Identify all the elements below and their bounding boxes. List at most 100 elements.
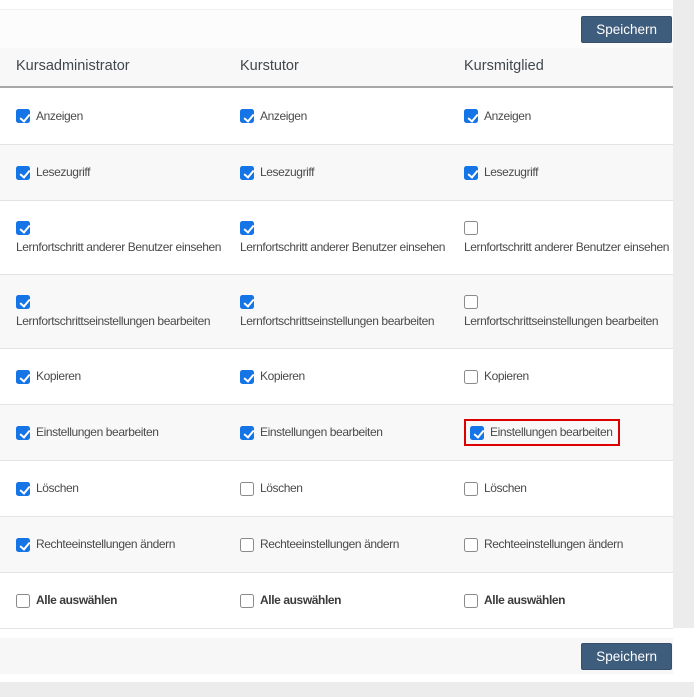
checkbox-label[interactable]: Einstellungen bearbeiten — [260, 425, 383, 440]
checkbox[interactable] — [464, 482, 478, 496]
permission-cell: Rechteeinstellungen ändern — [464, 517, 673, 572]
checkbox-label[interactable]: Einstellungen bearbeiten — [36, 425, 159, 440]
checkbox[interactable] — [464, 295, 478, 309]
permission-cell: Lernfortschritt anderer Benutzer einsehe… — [464, 201, 673, 274]
checkbox[interactable] — [16, 482, 30, 496]
permission-cell: Alle auswählen — [240, 573, 464, 628]
checkbox[interactable] — [464, 109, 478, 123]
permission-cell: Lernfortschritt anderer Benutzer einsehe… — [0, 201, 240, 274]
checkbox[interactable] — [16, 426, 30, 440]
permission-cell: Rechteeinstellungen ändern — [0, 517, 240, 572]
save-button-top[interactable]: Speichern — [581, 16, 672, 43]
checkbox-label[interactable]: Löschen — [260, 481, 303, 496]
page-footer — [0, 682, 694, 697]
checkbox-label[interactable]: Lernfortschrittseinstellungen bearbeiten — [240, 314, 464, 329]
checkbox-label[interactable]: Rechteeinstellungen ändern — [260, 537, 399, 552]
checkbox[interactable] — [240, 295, 254, 309]
checkbox-label[interactable]: Lernfortschrittseinstellungen bearbeiten — [464, 314, 673, 329]
checkbox-label[interactable]: Kopieren — [484, 369, 529, 384]
permission-cell: Lernfortschrittseinstellungen bearbeiten — [464, 275, 673, 348]
checkbox[interactable] — [470, 426, 484, 440]
checkbox[interactable] — [240, 166, 254, 180]
permission-cell: Lernfortschrittseinstellungen bearbeiten — [0, 275, 240, 348]
highlight-box: Einstellungen bearbeiten — [464, 419, 620, 446]
select-all-checkbox[interactable] — [16, 594, 30, 608]
checkbox-label[interactable]: Lernfortschritt anderer Benutzer einsehe… — [464, 240, 673, 255]
select-all-checkbox[interactable] — [464, 594, 478, 608]
permission-cell: Lernfortschritt anderer Benutzer einsehe… — [240, 201, 464, 274]
permission-cell: Anzeigen — [464, 88, 673, 144]
permission-cell: Kopieren — [240, 349, 464, 404]
checkbox-label[interactable]: Lernfortschritt anderer Benutzer einsehe… — [240, 240, 464, 255]
permission-cell: Anzeigen — [0, 88, 240, 144]
permission-row-rechteeinstellungen: Rechteeinstellungen ändern Rechteeinstel… — [0, 516, 673, 572]
permission-cell: Löschen — [240, 461, 464, 516]
column-header-kursadministrator: Kursadministrator — [0, 58, 240, 74]
permissions-panel: Speichern Kursadministrator Kurstutor Ku… — [0, 0, 673, 674]
checkbox[interactable] — [240, 538, 254, 552]
checkbox-label[interactable]: Löschen — [484, 481, 527, 496]
permission-cell: Löschen — [464, 461, 673, 516]
column-header-kurstutor: Kurstutor — [240, 58, 464, 74]
checkbox-label[interactable]: Alle auswählen — [260, 593, 341, 608]
checkbox-label[interactable]: Kopieren — [36, 369, 81, 384]
checkbox[interactable] — [240, 482, 254, 496]
checkbox-label[interactable]: Rechteeinstellungen ändern — [36, 537, 175, 552]
permission-cell: Anzeigen — [240, 88, 464, 144]
checkbox[interactable] — [16, 109, 30, 123]
permission-row-loeschen: Löschen Löschen Löschen — [0, 460, 673, 516]
permission-row-lernfortschrittseinstellungen: Lernfortschrittseinstellungen bearbeiten… — [0, 274, 673, 348]
checkbox[interactable] — [240, 370, 254, 384]
checkbox-label[interactable]: Alle auswählen — [36, 593, 117, 608]
bottom-toolbar: Speichern — [0, 638, 673, 674]
permission-row-kopieren: Kopieren Kopieren Kopieren — [0, 348, 673, 404]
checkbox-label[interactable]: Anzeigen — [36, 109, 83, 124]
checkbox-label[interactable]: Lesezugriff — [36, 165, 90, 180]
table-header: Kursadministrator Kurstutor Kursmitglied — [0, 48, 673, 88]
checkbox[interactable] — [464, 538, 478, 552]
permission-cell: Einstellungen bearbeiten — [464, 405, 673, 460]
permission-row-alle-auswaehlen: Alle auswählen Alle auswählen Alle auswä… — [0, 572, 673, 628]
checkbox[interactable] — [240, 426, 254, 440]
checkbox[interactable] — [464, 166, 478, 180]
top-spacer — [0, 0, 673, 10]
permission-cell: Löschen — [0, 461, 240, 516]
permission-cell: Lernfortschrittseinstellungen bearbeiten — [240, 275, 464, 348]
checkbox-label[interactable]: Anzeigen — [260, 109, 307, 124]
checkbox[interactable] — [240, 221, 254, 235]
top-toolbar: Speichern — [0, 10, 673, 48]
checkbox-label[interactable]: Anzeigen — [484, 109, 531, 124]
checkbox[interactable] — [16, 221, 30, 235]
checkbox[interactable] — [16, 295, 30, 309]
permission-cell: Kopieren — [464, 349, 673, 404]
checkbox-label[interactable]: Lesezugriff — [484, 165, 538, 180]
checkbox-label[interactable]: Einstellungen bearbeiten — [490, 425, 613, 440]
column-header-kursmitglied: Kursmitglied — [464, 58, 673, 74]
permission-cell: Rechteeinstellungen ändern — [240, 517, 464, 572]
checkbox-label[interactable]: Lesezugriff — [260, 165, 314, 180]
bottom-spacer — [0, 629, 673, 638]
checkbox-label[interactable]: Lernfortschrittseinstellungen bearbeiten — [16, 314, 240, 329]
right-gutter — [673, 0, 694, 628]
permissions-rows: Anzeigen Anzeigen Anzeigen Lesezugriff L… — [0, 88, 673, 629]
select-all-checkbox[interactable] — [240, 594, 254, 608]
checkbox-label[interactable]: Alle auswählen — [484, 593, 565, 608]
permission-cell: Einstellungen bearbeiten — [240, 405, 464, 460]
permission-row-einstellungen-bearbeiten: Einstellungen bearbeiten Einstellungen b… — [0, 404, 673, 460]
permission-row-lesezugriff: Lesezugriff Lesezugriff Lesezugriff — [0, 144, 673, 200]
checkbox-label[interactable]: Lernfortschritt anderer Benutzer einsehe… — [16, 240, 240, 255]
checkbox[interactable] — [240, 109, 254, 123]
permission-cell: Lesezugriff — [0, 145, 240, 200]
checkbox-label[interactable]: Löschen — [36, 481, 79, 496]
permission-cell: Lesezugriff — [464, 145, 673, 200]
checkbox[interactable] — [464, 370, 478, 384]
save-button-bottom[interactable]: Speichern — [581, 643, 672, 670]
checkbox[interactable] — [16, 538, 30, 552]
permission-cell: Alle auswählen — [0, 573, 240, 628]
checkbox[interactable] — [16, 166, 30, 180]
checkbox[interactable] — [464, 221, 478, 235]
permission-row-lernfortschritt-einsehen: Lernfortschritt anderer Benutzer einsehe… — [0, 200, 673, 274]
checkbox[interactable] — [16, 370, 30, 384]
checkbox-label[interactable]: Rechteeinstellungen ändern — [484, 537, 623, 552]
checkbox-label[interactable]: Kopieren — [260, 369, 305, 384]
